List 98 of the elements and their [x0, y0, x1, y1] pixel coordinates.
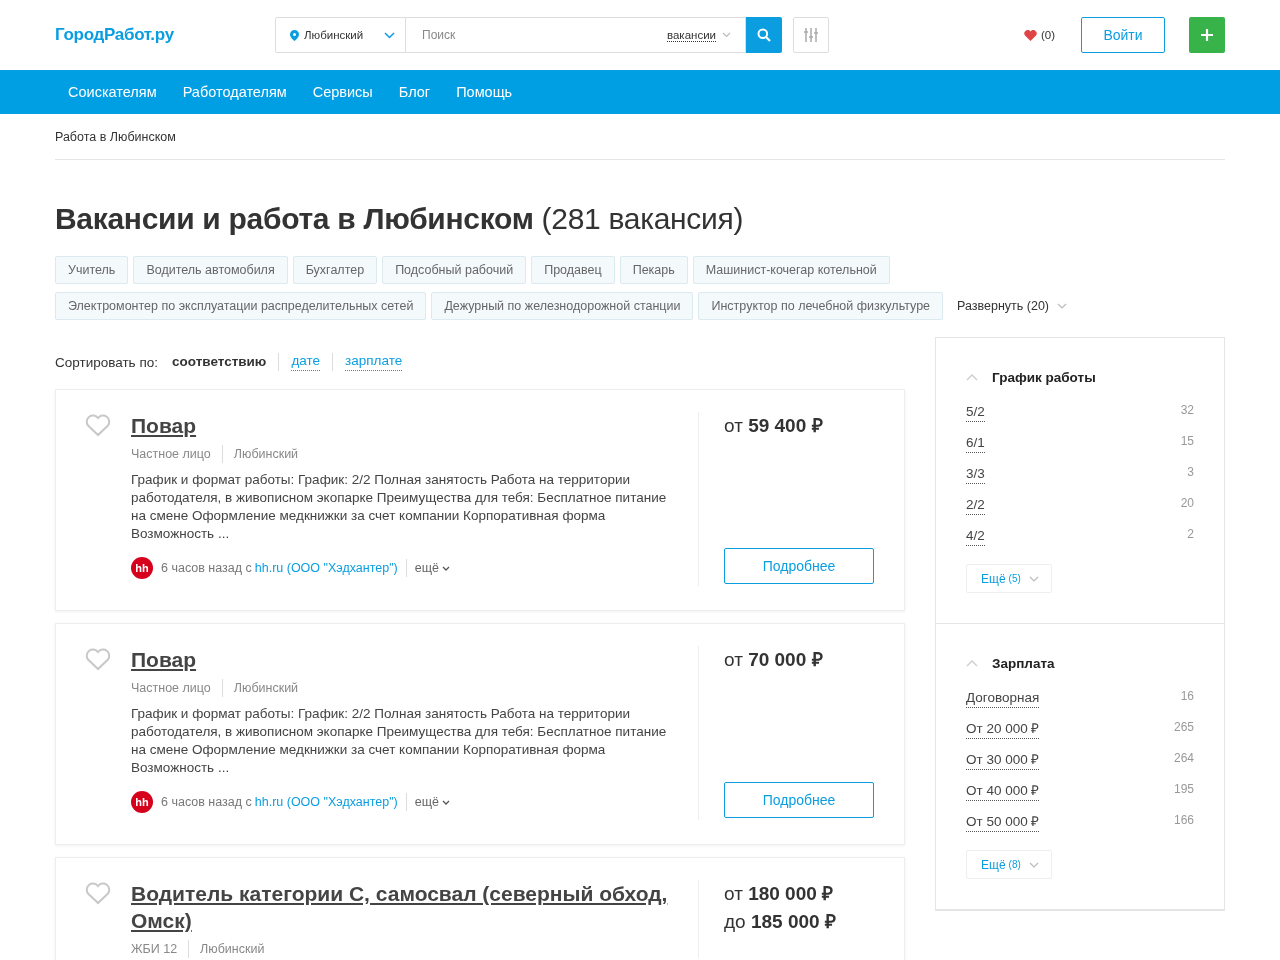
vacancy-description: График и формат работы: График: 2/2 Полная занятость Работа на территории работодателя, в живописном экопарке Преимущества для тебя: Бесплатное питание на смене Оформление медкнижки за счет компании Корпоративная форма Возможность ... — [131, 471, 668, 543]
source-link[interactable]: hh.ru (ООО "Хэдхантер") — [254, 795, 398, 809]
breadcrumb[interactable]: Работа в Любинском — [55, 130, 176, 144]
vacancy-title[interactable]: Водитель категории С, самосвал (северный обход, Омск) — [131, 880, 680, 934]
filter-section-header[interactable]: Зарплата — [966, 656, 1055, 671]
option-count: 20 — [1180, 496, 1194, 510]
chevron-down-icon — [1028, 861, 1039, 868]
favorites-button[interactable]: (0) — [1017, 28, 1061, 42]
sliders-icon — [804, 27, 818, 43]
filter-option[interactable]: 3/3 — [966, 465, 985, 484]
employer-name: Частное лицо — [131, 447, 211, 461]
details-button[interactable]: Подробнее — [724, 548, 874, 584]
option-count: 195 — [1173, 782, 1194, 796]
option-count: 16 — [1180, 689, 1194, 703]
chevron-down-icon — [441, 565, 450, 571]
tag-chip[interactable]: Подсобный рабочий — [382, 256, 527, 284]
filter-option[interactable]: 6/1 — [966, 434, 985, 453]
filter-option[interactable]: 2/2 — [966, 496, 985, 515]
tag-chip[interactable]: Инструктор по лечебной физкультуре — [698, 292, 944, 320]
chevron-up-icon — [966, 374, 978, 381]
expand-tags-link[interactable]: Развернуть (20) — [957, 299, 1068, 313]
source-time: 6 часов назад с — [161, 561, 252, 575]
map-pin-icon — [290, 29, 299, 41]
tag-chip[interactable]: Бухгалтер — [292, 256, 378, 284]
show-more-button[interactable]: Ещё (5) — [966, 564, 1052, 593]
source-time: 6 часов назад с — [161, 795, 252, 809]
filter-option[interactable]: Договорная — [966, 689, 1040, 708]
chevron-down-icon — [384, 31, 395, 39]
source-badge: hh — [131, 557, 153, 579]
vacancy-title[interactable]: Повар — [131, 412, 680, 439]
filter-settings-button[interactable] — [793, 17, 829, 53]
heart-icon[interactable] — [85, 648, 111, 671]
sort-label: Сортировать по: — [55, 354, 158, 370]
salary: до 185 000 ₽ — [724, 910, 837, 934]
show-more-button[interactable]: Ещё (8) — [966, 850, 1052, 879]
vacancy-description: График и формат работы: График: 2/2 Полная занятость Работа на территории работодателя, в живописном экопарке Преимущества для тебя: Бесплатное питание на смене Оформление медкнижки за счет компании Корпоративная форма Возможность ... — [131, 705, 668, 777]
plus-icon — [1200, 28, 1214, 42]
tag-chip[interactable]: Пекарь — [619, 256, 688, 284]
salary: от 180 000 ₽ — [724, 882, 835, 906]
salary: от 70 000 ₽ — [724, 648, 824, 672]
site-logo[interactable]: ГородРабот.ру — [55, 25, 275, 45]
tag-chip[interactable]: Электромонтер по эксплуатации распределительных сетей — [55, 292, 427, 320]
more-dropdown[interactable]: ещё — [414, 561, 450, 575]
nav-link[interactable]: Помощь — [456, 84, 513, 100]
sort-option[interactable]: дате — [291, 353, 321, 371]
chevron-down-icon — [722, 32, 731, 38]
vacancy-count: (281 вакансия) — [541, 202, 744, 235]
nav-link[interactable]: Сервисы — [312, 84, 373, 100]
sort-option[interactable]: соответствию — [172, 353, 267, 371]
search-icon — [757, 28, 771, 42]
vacancy-title[interactable]: Повар — [131, 646, 680, 673]
option-count: 264 — [1173, 751, 1194, 765]
sort-option[interactable]: зарплате — [345, 353, 403, 371]
add-button[interactable] — [1189, 17, 1225, 53]
heart-icon — [1023, 29, 1037, 41]
chevron-down-icon — [1057, 303, 1068, 309]
vacancy-location: Любинский — [233, 681, 299, 695]
employer-name: Частное лицо — [131, 681, 211, 695]
chevron-down-icon — [441, 799, 450, 805]
option-count: 32 — [1180, 403, 1194, 417]
filter-option[interactable]: От 40 000 ₽ — [966, 782, 1040, 801]
tag-chip[interactable]: Машинист-кочегар котельной — [692, 256, 890, 284]
tag-chip[interactable]: Продавец — [531, 256, 615, 284]
source-badge: hh — [131, 791, 153, 813]
filter-option[interactable]: 4/2 — [966, 527, 985, 546]
chevron-down-icon — [1028, 575, 1039, 582]
nav-link[interactable]: Работодателям — [182, 84, 287, 100]
tag-chip[interactable]: Дежурный по железнодорожной станции — [431, 292, 694, 320]
option-count: 2 — [1187, 527, 1194, 541]
filter-section-header[interactable]: График работы — [966, 370, 1096, 385]
nav-link[interactable]: Блог — [398, 84, 431, 100]
search-field[interactable]: Поиск вакансии — [406, 17, 746, 53]
login-button[interactable]: Войти — [1081, 17, 1165, 53]
source-link[interactable]: hh.ru (ООО "Хэдхантер") — [254, 561, 398, 575]
location-select[interactable]: Любинский — [275, 17, 406, 53]
chevron-up-icon — [966, 660, 978, 667]
tag-chip[interactable]: Водитель автомобиля — [133, 256, 288, 284]
salary: от 59 400 ₽ — [724, 414, 824, 438]
details-button[interactable]: Подробнее — [724, 782, 874, 818]
employer-name: ЖБИ 12 — [131, 942, 178, 956]
option-count: 265 — [1173, 720, 1194, 734]
filter-option[interactable]: От 30 000 ₽ — [966, 751, 1040, 770]
heart-icon[interactable] — [85, 414, 111, 437]
nav-link[interactable]: Соискателям — [68, 84, 157, 100]
more-dropdown[interactable]: ещё — [414, 795, 450, 809]
tag-chip[interactable]: Учитель — [55, 256, 129, 284]
vacancy-location: Любинский — [200, 942, 265, 956]
vacancy-location: Любинский — [233, 447, 299, 461]
option-count: 15 — [1180, 434, 1194, 448]
search-type-select[interactable]: вакансии — [667, 28, 716, 42]
filter-option[interactable]: 5/2 — [966, 403, 985, 422]
search-button[interactable] — [746, 17, 782, 53]
filter-option[interactable]: От 20 000 ₽ — [966, 720, 1040, 739]
option-count: 166 — [1173, 813, 1194, 827]
filter-option[interactable]: От 50 000 ₽ — [966, 813, 1040, 832]
option-count: 3 — [1187, 465, 1194, 479]
heart-icon[interactable] — [85, 882, 111, 905]
page-title: Вакансии и работа в Любинском — [55, 202, 534, 235]
